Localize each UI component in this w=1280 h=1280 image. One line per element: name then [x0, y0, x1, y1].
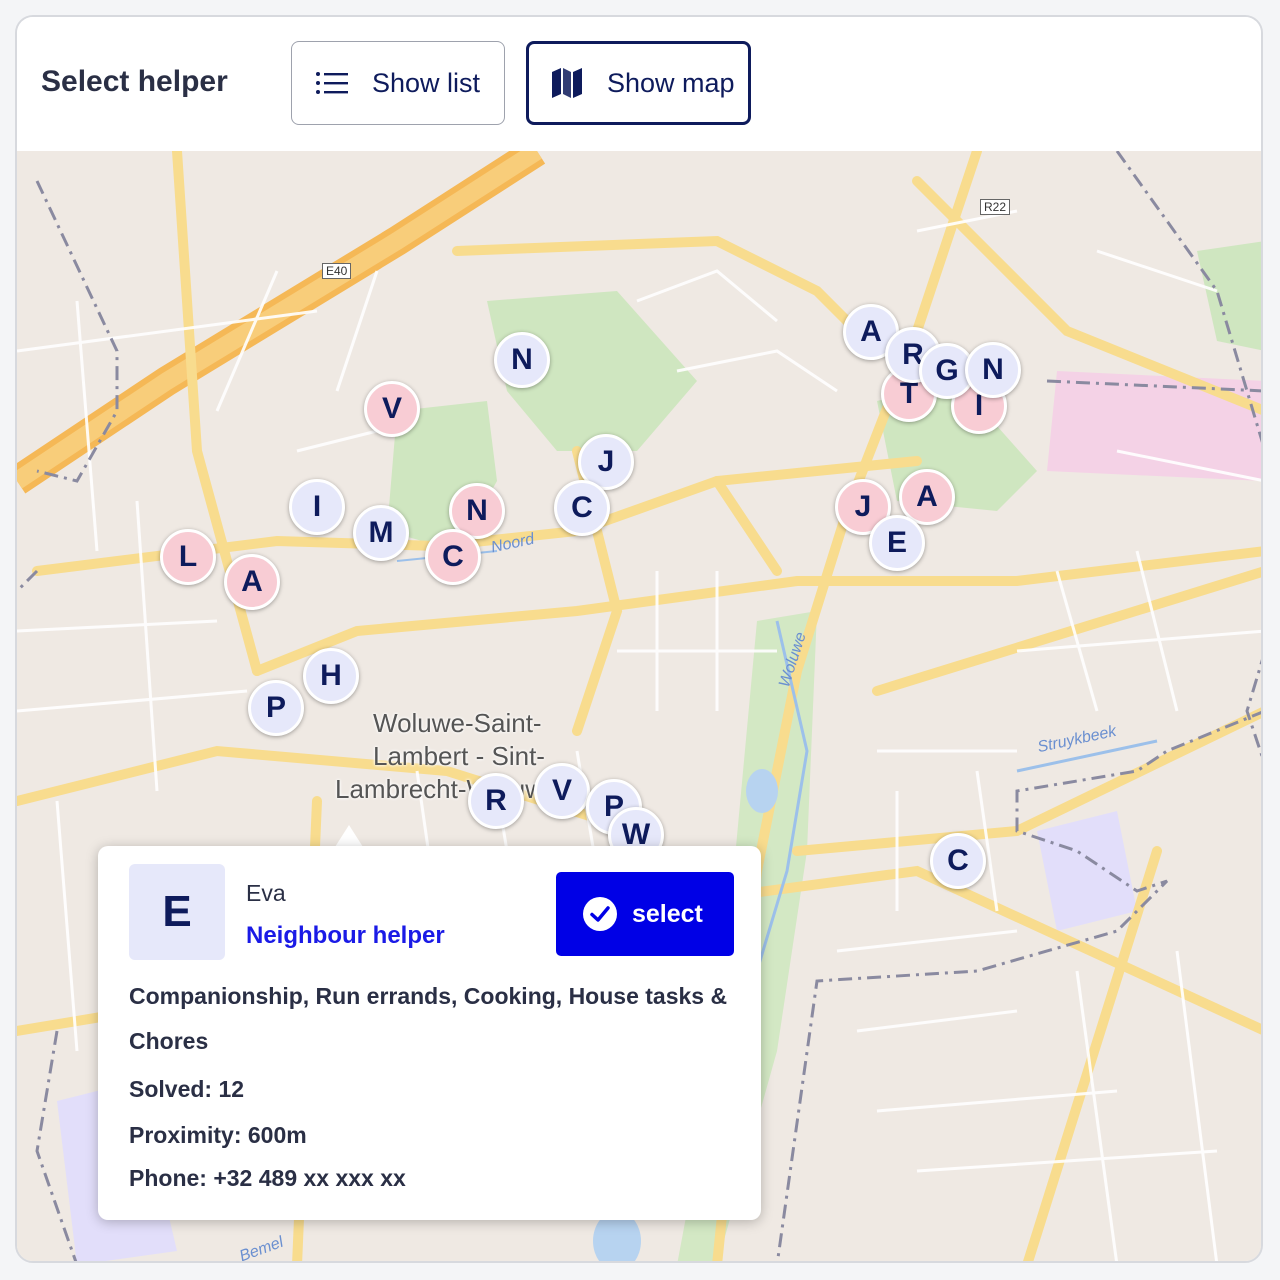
helper-marker[interactable]: C [930, 833, 986, 889]
helper-marker[interactable]: N [965, 342, 1021, 398]
page-title: Select helper [41, 65, 228, 98]
select-button[interactable]: select [556, 872, 734, 956]
helper-phone: Phone: +32 489 xx xxx xx [129, 1165, 406, 1191]
helper-marker[interactable]: N [494, 332, 550, 388]
helper-marker[interactable]: V [534, 763, 590, 819]
road-tag-r22: R22 [980, 199, 1011, 215]
helper-marker[interactable]: A [224, 554, 280, 610]
helper-proximity: Proximity: 600m [129, 1122, 307, 1148]
check-circle-icon [583, 897, 617, 931]
helper-marker[interactable]: E [869, 515, 925, 571]
helper-marker[interactable]: C [425, 529, 481, 585]
helper-marker[interactable]: V [364, 381, 420, 437]
helper-marker[interactable]: M [353, 505, 409, 561]
helper-selector-panel: Select helper Show list Show map E40 R22… [15, 15, 1263, 1263]
map-icon [547, 63, 587, 103]
place-label-line3: Lambrecht-Woluwe [335, 774, 559, 804]
helper-name: Eva [246, 880, 286, 906]
helper-tasks: Companionship, Run errands, Cooking, Hou… [129, 983, 728, 1054]
show-list-button[interactable]: Show list [291, 41, 505, 125]
list-icon [312, 63, 352, 103]
panel-header: Select helper Show list Show map [17, 17, 1261, 151]
helper-info-popup: E Eva Neighbour helper select Companions… [98, 846, 761, 1220]
helper-marker[interactable]: C [554, 480, 610, 536]
show-map-label: Show map [607, 67, 735, 98]
avatar: E [129, 864, 225, 960]
place-label-woluwe: Woluwe-Saint- Lambert - Sint- Lambrecht-… [335, 707, 559, 806]
helper-marker[interactable]: P [248, 680, 304, 736]
helper-marker[interactable]: I [289, 479, 345, 535]
popup-pointer [335, 825, 363, 847]
show-list-label: Show list [372, 67, 481, 98]
place-label-line2: Lambert - Sint- [373, 741, 545, 771]
select-label: select [632, 899, 703, 928]
helper-marker[interactable]: R [468, 773, 524, 829]
helper-marker[interactable]: L [160, 529, 216, 585]
road-tag-e40: E40 [322, 263, 352, 279]
place-label-line1: Woluwe-Saint- [373, 708, 542, 738]
show-map-button[interactable]: Show map [526, 41, 751, 125]
helper-role: Neighbour helper [246, 922, 445, 949]
helper-solved: Solved: 12 [129, 1076, 245, 1102]
helper-marker[interactable]: H [303, 648, 359, 704]
